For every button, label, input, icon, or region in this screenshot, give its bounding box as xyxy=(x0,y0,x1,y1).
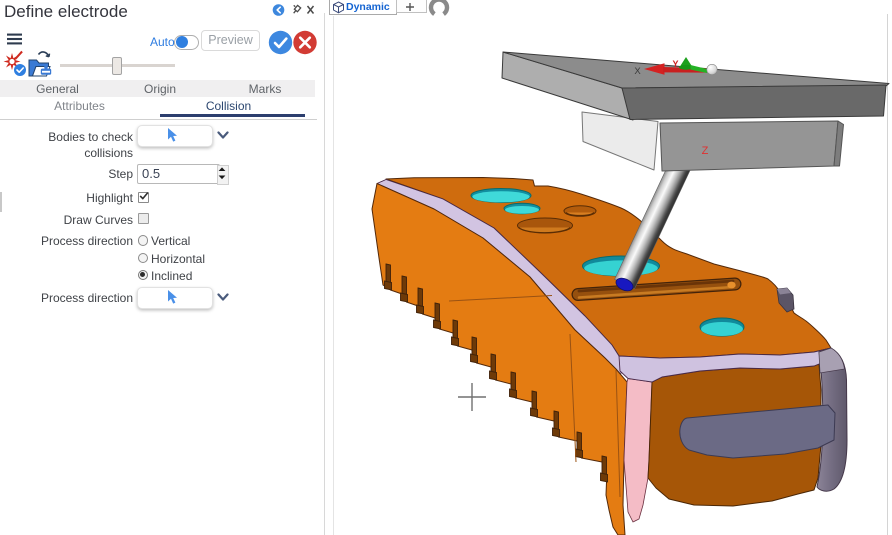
svg-text:Z: Z xyxy=(702,145,709,157)
svg-text:Y: Y xyxy=(672,59,678,69)
svg-text:X: X xyxy=(634,66,641,77)
